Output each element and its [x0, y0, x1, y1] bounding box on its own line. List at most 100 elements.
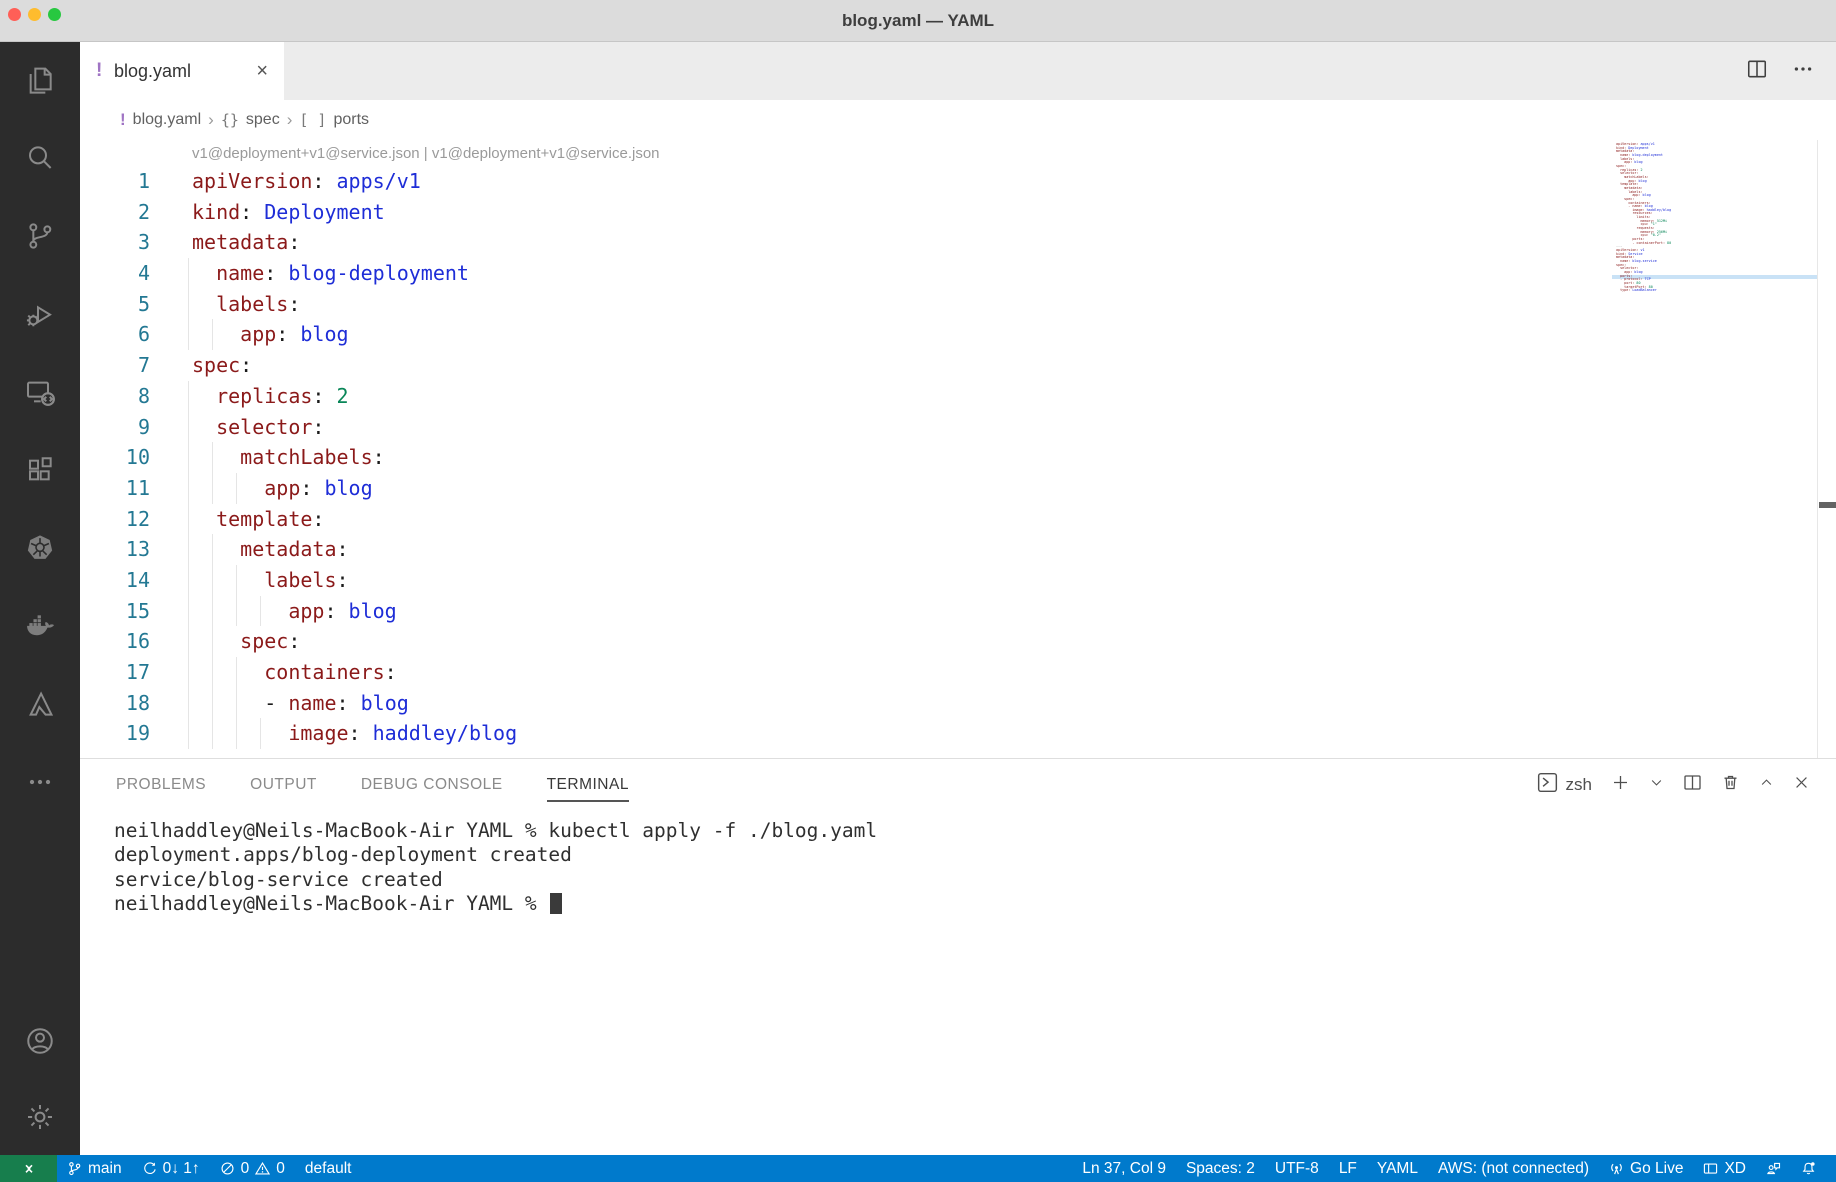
- statusbar-notifications[interactable]: [1791, 1155, 1826, 1182]
- statusbar-sync-changes[interactable]: 0↓ 1↑: [132, 1155, 210, 1182]
- minimize-window-button[interactable]: [28, 8, 41, 21]
- code-line[interactable]: 19 image: haddley/blog: [80, 718, 1836, 749]
- more-actions-button[interactable]: [1792, 58, 1814, 85]
- line-number: 14: [80, 565, 150, 596]
- breadcrumb-item[interactable]: blog.yaml: [133, 111, 201, 129]
- close-panel-button[interactable]: [1793, 774, 1810, 796]
- statusbar-problems[interactable]: 00: [210, 1155, 295, 1182]
- code-line[interactable]: 14 labels:: [80, 565, 1836, 596]
- line-number: 12: [80, 504, 150, 535]
- statusbar-text: LF: [1339, 1160, 1357, 1178]
- yaml-file-icon: !: [96, 60, 114, 82]
- statusbar-aws-connection[interactable]: AWS: (not connected): [1428, 1155, 1599, 1182]
- panel-tab-debug-console[interactable]: DEBUG CONSOLE: [361, 759, 503, 811]
- zoom-window-button[interactable]: [48, 8, 61, 21]
- activity-extensions-icon[interactable]: [16, 446, 64, 494]
- code-line[interactable]: 6 app: blog: [80, 319, 1836, 350]
- code-line[interactable]: 18 - name: blog: [80, 688, 1836, 719]
- line-number: 11: [80, 473, 150, 504]
- panel-tab-output[interactable]: OUTPUT: [250, 759, 317, 811]
- breadcrumb: !blog.yaml›{}spec›[ ]ports: [80, 100, 1836, 140]
- activity-explorer-icon[interactable]: [16, 56, 64, 104]
- activity-accounts-icon[interactable]: [16, 1017, 64, 1065]
- indent-guide: [212, 596, 213, 627]
- statusbar-indentation[interactable]: Spaces: 2: [1176, 1155, 1265, 1182]
- code-line[interactable]: 11 app: blog: [80, 473, 1836, 504]
- code-line[interactable]: 17 containers:: [80, 657, 1836, 688]
- code-line[interactable]: 8 replicas: 2: [80, 381, 1836, 412]
- code-line[interactable]: 1apiVersion: apps/v1: [80, 166, 1836, 197]
- statusbar-task-default[interactable]: default: [295, 1155, 362, 1182]
- statusbar-remote-indicator[interactable]: [0, 1155, 57, 1182]
- close-window-button[interactable]: [8, 8, 21, 21]
- code-text: metadata:: [192, 534, 349, 565]
- activity-settings-icon[interactable]: [16, 1093, 64, 1141]
- code-line[interactable]: 15 app: blog: [80, 596, 1836, 627]
- code-text: image: haddley/blog: [192, 718, 517, 749]
- code-text: spec:: [192, 626, 300, 657]
- terminal-dropdown-button[interactable]: [1649, 775, 1664, 795]
- statusbar-feedback[interactable]: [1756, 1155, 1791, 1182]
- split-terminal-button[interactable]: [1683, 773, 1702, 797]
- layout-xd-icon: [1703, 1161, 1718, 1176]
- line-number: 15: [80, 596, 150, 627]
- activity-remote-explorer-icon[interactable]: [16, 368, 64, 416]
- shell-picker[interactable]: zsh: [1537, 772, 1592, 798]
- terminal-line: neilhaddley@Neils-MacBook-Air YAML %: [114, 892, 1836, 916]
- code-line[interactable]: 9 selector:: [80, 412, 1836, 443]
- kill-terminal-button[interactable]: [1721, 773, 1740, 797]
- statusbar-cursor-position[interactable]: Ln 37, Col 9: [1072, 1155, 1176, 1182]
- indent-guide: [212, 626, 213, 657]
- code-line[interactable]: 12 template:: [80, 504, 1836, 535]
- statusbar-encoding[interactable]: UTF-8: [1265, 1155, 1329, 1182]
- activity-search-icon[interactable]: [16, 134, 64, 182]
- activity-more-icon[interactable]: [16, 758, 64, 806]
- statusbar-go-live[interactable]: Go Live: [1599, 1155, 1693, 1182]
- statusbar-text: Spaces: 2: [1186, 1160, 1255, 1178]
- activity-docker-icon[interactable]: [16, 602, 64, 650]
- codelens-link[interactable]: v1@deployment+v1@service.json | v1@deplo…: [192, 140, 1836, 166]
- terminal-shell-icon: [1537, 772, 1558, 798]
- code-line[interactable]: 16 spec:: [80, 626, 1836, 657]
- code-line[interactable]: 13 metadata:: [80, 534, 1836, 565]
- indent-guide: [188, 688, 189, 719]
- close-tab-icon[interactable]: ×: [256, 60, 268, 83]
- titlebar: blog.yaml — YAML: [0, 0, 1836, 42]
- terminal-output[interactable]: neilhaddley@Neils-MacBook-Air YAML % kub…: [80, 811, 1836, 1155]
- maximize-panel-button[interactable]: [1759, 775, 1774, 795]
- code-line[interactable]: 5 labels:: [80, 289, 1836, 320]
- activity-source-control-icon[interactable]: [16, 212, 64, 260]
- code-line[interactable]: 2kind: Deployment: [80, 197, 1836, 228]
- editor[interactable]: v1@deployment+v1@service.json | v1@deplo…: [80, 140, 1836, 758]
- new-terminal-button[interactable]: [1611, 773, 1630, 797]
- statusbar-xd[interactable]: XD: [1693, 1155, 1756, 1182]
- panel-tab-terminal[interactable]: TERMINAL: [547, 759, 629, 811]
- statusbar-git-branch[interactable]: main: [57, 1155, 132, 1182]
- statusbar-eol[interactable]: LF: [1329, 1155, 1367, 1182]
- breadcrumb-item[interactable]: spec: [246, 111, 280, 129]
- minimap[interactable]: apiVersion: apps/v1kind: Deploymentmetad…: [1612, 140, 1817, 758]
- code-line[interactable]: 4 name: blog-deployment: [80, 258, 1836, 289]
- statusbar-text: 0↓ 1↑: [163, 1160, 200, 1178]
- terminal-cursor: [550, 893, 562, 914]
- panel-header: PROBLEMS OUTPUT DEBUG CONSOLE TERMINAL zsh: [80, 759, 1836, 811]
- code-line[interactable]: 10 matchLabels:: [80, 442, 1836, 473]
- bottom-panel: PROBLEMSOUTPUTDEBUG CONSOLETERMINAL zsh …: [80, 758, 1836, 1155]
- activity-azure-icon[interactable]: [16, 680, 64, 728]
- code-text: metadata:: [192, 227, 300, 258]
- split-editor-button[interactable]: [1746, 58, 1768, 85]
- indent-guide: [188, 442, 189, 473]
- line-number: 13: [80, 534, 150, 565]
- activity-kubernetes-icon[interactable]: [16, 524, 64, 572]
- panel-tab-problems[interactable]: PROBLEMS: [116, 759, 206, 811]
- code-line[interactable]: 7spec:: [80, 350, 1836, 381]
- code-text: apiVersion: apps/v1: [192, 166, 421, 197]
- breadcrumb-item[interactable]: ports: [333, 111, 369, 129]
- tab-blog-yaml[interactable]: ! blog.yaml ×: [80, 42, 284, 100]
- editor-scrollbar[interactable]: [1817, 140, 1836, 758]
- code-line[interactable]: 3metadata:: [80, 227, 1836, 258]
- line-number: 4: [80, 258, 150, 289]
- code-text: replicas: 2: [192, 381, 349, 412]
- statusbar-language-mode[interactable]: YAML: [1367, 1155, 1428, 1182]
- activity-run-debug-icon[interactable]: [16, 290, 64, 338]
